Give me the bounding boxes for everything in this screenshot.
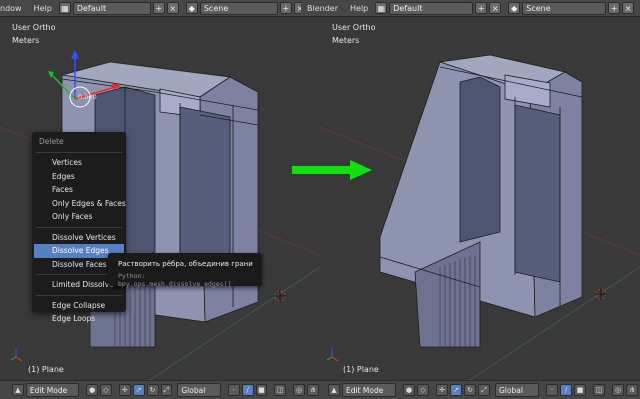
- face-select-icon[interactable]: ■: [574, 384, 586, 396]
- tooltip-python: Python: bpy.ops.mesh.dissolve_edges(): [118, 272, 232, 288]
- translate-icon[interactable]: ↗: [132, 384, 145, 396]
- layout-selector[interactable]: Default: [389, 1, 474, 15]
- orientation-label: Global: [181, 385, 206, 395]
- orientation-selector[interactable]: Global: [177, 383, 221, 397]
- gizmo-value-label: 0.000: [78, 93, 97, 101]
- view-label: User Ortho: [332, 23, 376, 32]
- add-scene-icon[interactable]: +: [279, 2, 292, 14]
- add-scene-icon[interactable]: +: [608, 2, 621, 14]
- mode-selector[interactable]: Edit Mode: [342, 383, 396, 397]
- layout-icon[interactable]: ▦: [375, 2, 388, 14]
- window-menu[interactable]: Blender: [307, 4, 338, 13]
- proportional-icon[interactable]: ◎: [293, 384, 306, 396]
- face-select-icon[interactable]: ■: [255, 384, 268, 396]
- menu-item-only-faces[interactable]: Only Faces: [32, 210, 126, 224]
- layout-selector[interactable]: Default: [72, 1, 151, 15]
- menu-separator: [36, 294, 122, 296]
- shading-icon[interactable]: ●: [403, 384, 415, 396]
- object-label: (1) Plane: [28, 365, 64, 374]
- help-menu[interactable]: Help: [350, 4, 368, 13]
- scene-selector[interactable]: Scene: [199, 1, 278, 15]
- remove-scene-icon[interactable]: ×: [622, 2, 635, 14]
- left-bottom-toolbar: ▲ Edit Mode ● ◇ ✛ ↗ ↻ ⤢ Global · / ■ ◫ ◎…: [0, 380, 320, 399]
- occlude-icon[interactable]: ◫: [593, 384, 605, 396]
- menu-item-edges[interactable]: Edges: [32, 170, 126, 184]
- edge-select-icon[interactable]: /: [560, 384, 572, 396]
- proportional-icon[interactable]: ◎: [612, 384, 624, 396]
- remove-layout-icon[interactable]: ×: [489, 2, 502, 14]
- menu-item-only-edges-faces[interactable]: Only Edges & Faces: [32, 197, 126, 211]
- scale-icon[interactable]: ⤢: [478, 384, 490, 396]
- arrow-right-icon: [292, 160, 372, 180]
- scene-name: Scene: [526, 3, 551, 13]
- occlude-icon[interactable]: ◫: [274, 384, 287, 396]
- scene-name: Scene: [203, 3, 229, 13]
- mode-selector[interactable]: Edit Mode: [25, 383, 80, 397]
- add-layout-icon[interactable]: +: [475, 2, 488, 14]
- scale-icon[interactable]: ⤢: [160, 384, 173, 396]
- snap-icon[interactable]: ⋔: [626, 384, 638, 396]
- remove-layout-icon[interactable]: ×: [166, 2, 179, 14]
- axis-indicator: [10, 349, 23, 362]
- pivot-icon[interactable]: ◇: [417, 384, 429, 396]
- tooltip: Растворить рёбра, объединив грани Python…: [108, 253, 262, 288]
- manipulator-icon[interactable]: ✛: [436, 384, 448, 396]
- menu-item-dissolve-vertices[interactable]: Dissolve Vertices: [32, 231, 126, 245]
- vertex-select-icon[interactable]: ·: [546, 384, 558, 396]
- menu-item-vertices[interactable]: Vertices: [32, 156, 126, 170]
- layout-name: Default: [393, 3, 423, 13]
- layout-icon[interactable]: ▦: [58, 2, 71, 14]
- right-header: Blender Help ▦ Default + × ◆ Scene + ×: [301, 0, 640, 17]
- right-viewport[interactable]: User Ortho Meters (1) Plane: [320, 17, 640, 380]
- 3d-cursor-icon: [274, 290, 286, 302]
- snap-icon[interactable]: ⋔: [307, 384, 319, 396]
- menu-title: Delete: [39, 137, 64, 146]
- object-label: (1) Plane: [343, 365, 379, 374]
- tooltip-description: Растворить рёбра, объединив грани: [118, 260, 253, 268]
- menu-item-edge-loops[interactable]: Edge Loops: [32, 312, 126, 326]
- mode-label: Edit Mode: [29, 385, 68, 395]
- right-scene-canvas: [320, 54, 640, 380]
- menu-separator: [36, 226, 122, 228]
- help-menu[interactable]: Help: [34, 4, 52, 13]
- mesh-icon[interactable]: ▲: [328, 384, 340, 396]
- right-bottom-toolbar: ▲ Edit Mode ● ◇ ✛ ↗ ↻ ⤢ Global · / ■ ◫ ◎…: [320, 380, 640, 399]
- axis-indicator: [326, 349, 339, 362]
- pivot-icon[interactable]: ◇: [100, 384, 112, 396]
- vertex-select-icon[interactable]: ·: [227, 384, 240, 396]
- rotate-icon[interactable]: ↻: [146, 384, 159, 396]
- rotate-icon[interactable]: ↻: [464, 384, 476, 396]
- menu-item-faces[interactable]: Faces: [32, 183, 126, 197]
- shading-icon[interactable]: ●: [86, 384, 99, 396]
- mode-label: Edit Mode: [346, 385, 384, 395]
- orientation-label: Global: [499, 385, 523, 395]
- left-header: ndow Help ▦ Default + × ◆ Scene + ×: [0, 0, 320, 17]
- mesh-icon[interactable]: ▲: [12, 384, 24, 396]
- units-label: Meters: [12, 36, 40, 45]
- translate-icon[interactable]: ↗: [450, 384, 462, 396]
- units-label: Meters: [332, 36, 360, 45]
- menu-item-edge-collapse[interactable]: Edge Collapse: [32, 299, 126, 313]
- add-layout-icon[interactable]: +: [152, 2, 165, 14]
- right-mesh: [379, 54, 583, 348]
- manipulator-icon[interactable]: ✛: [118, 384, 131, 396]
- menu-separator: [36, 152, 122, 153]
- scene-icon[interactable]: ◆: [508, 2, 521, 14]
- scene-icon[interactable]: ◆: [185, 2, 198, 14]
- layout-name: Default: [76, 3, 107, 13]
- orientation-selector[interactable]: Global: [495, 383, 539, 397]
- edge-select-icon[interactable]: /: [241, 384, 254, 396]
- view-label: User Ortho: [12, 23, 56, 32]
- scene-selector[interactable]: Scene: [522, 1, 607, 15]
- window-menu[interactable]: ndow: [0, 4, 22, 13]
